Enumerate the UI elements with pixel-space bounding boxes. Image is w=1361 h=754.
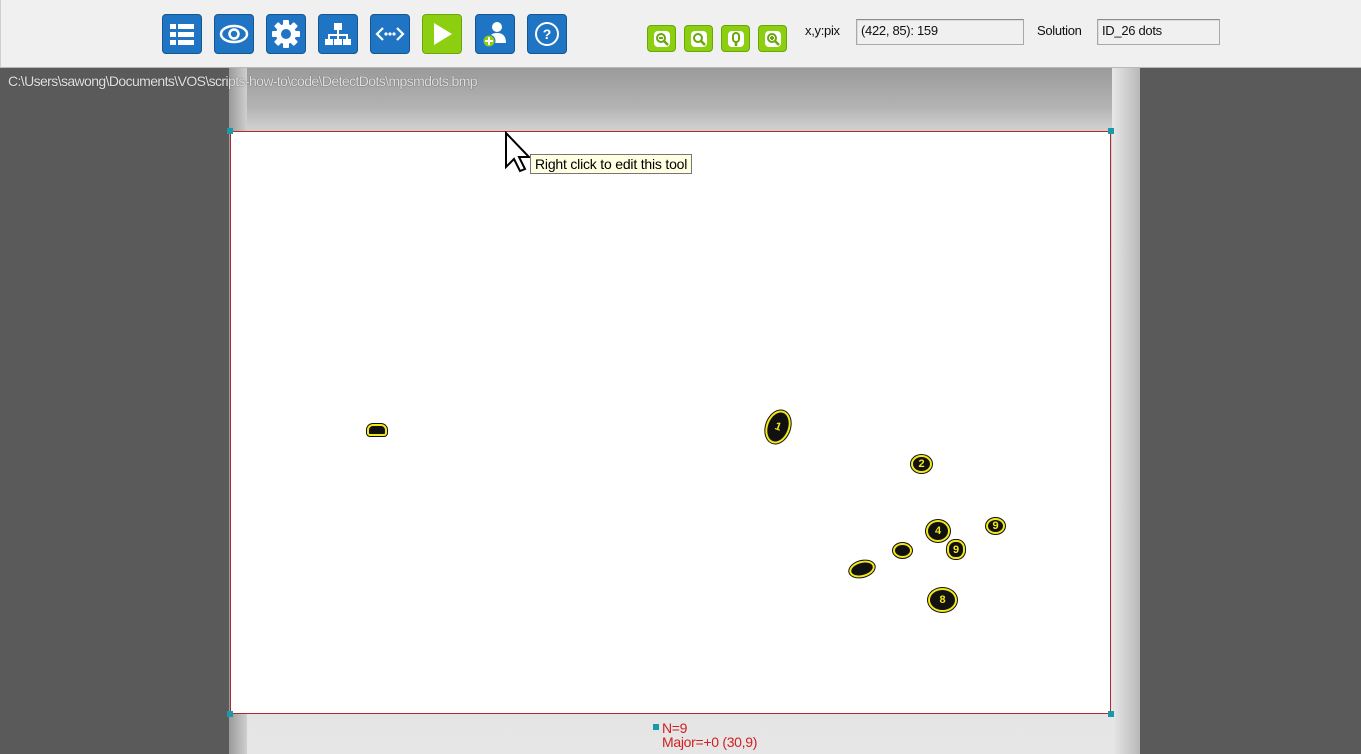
dot-blob bbox=[893, 543, 912, 558]
help-icon: ? bbox=[535, 22, 559, 46]
roi-handle-top-left[interactable] bbox=[227, 128, 233, 134]
list-icon bbox=[170, 24, 194, 45]
zoom-fit-button[interactable] bbox=[684, 25, 713, 52]
dot-blob: 9 bbox=[986, 518, 1005, 534]
image-path: C:\Users\sawong\Documents\VOS\scripts-ho… bbox=[8, 73, 478, 89]
code-icon bbox=[375, 27, 405, 41]
coord-label: x,y:pix bbox=[805, 23, 840, 38]
run-button[interactable] bbox=[422, 14, 462, 54]
solution-field[interactable]: ID_26 dots bbox=[1097, 19, 1220, 45]
dot-blob: 9 bbox=[947, 540, 965, 559]
zoom-in-icon bbox=[764, 30, 781, 47]
toolbar: ? x,y:pix (422, 85): 159 Solution ID_26 … bbox=[0, 0, 1361, 68]
zoom-actual-button[interactable] bbox=[721, 25, 750, 52]
mouse-cursor-icon bbox=[505, 131, 530, 173]
roi-handle-bottom-left[interactable] bbox=[227, 711, 233, 717]
solution-label: Solution bbox=[1037, 23, 1082, 38]
zoom-out-icon bbox=[653, 30, 670, 47]
result-marker bbox=[653, 724, 659, 730]
settings-button[interactable] bbox=[266, 14, 306, 54]
result-line: N=9 bbox=[662, 720, 688, 736]
zoom-actual-icon bbox=[727, 30, 744, 47]
help-button[interactable]: ? bbox=[527, 14, 567, 54]
result-line: Major=+0 (30,9) bbox=[662, 734, 758, 750]
roi-handle-top-right[interactable] bbox=[1108, 128, 1114, 134]
view-button[interactable] bbox=[214, 14, 254, 54]
roi-handle-bottom-right[interactable] bbox=[1108, 711, 1114, 717]
gear-icon bbox=[272, 20, 300, 48]
add-user-button[interactable] bbox=[475, 14, 515, 54]
zoom-out-button[interactable] bbox=[647, 25, 676, 52]
dot-blob: 4 bbox=[926, 520, 950, 542]
result-text: N=9 Major=+0 (30,9) bbox=[662, 721, 757, 749]
roi-tool[interactable] bbox=[230, 131, 1111, 714]
eye-icon bbox=[219, 24, 249, 44]
zoom-in-button[interactable] bbox=[758, 25, 787, 52]
play-icon bbox=[434, 23, 452, 45]
camera-image-right-edge bbox=[1112, 68, 1140, 754]
hierarchy-button[interactable] bbox=[318, 14, 358, 54]
dot-blob: 8 bbox=[928, 588, 957, 612]
code-button[interactable] bbox=[370, 14, 410, 54]
dot-blob: 2 bbox=[911, 455, 932, 473]
coord-field[interactable]: (422, 85): 159 bbox=[856, 19, 1024, 45]
help-glyph: ? bbox=[543, 26, 552, 42]
tooltip: Right click to edit this tool bbox=[530, 154, 693, 174]
sitemap-icon bbox=[325, 23, 351, 45]
dot-blob bbox=[367, 424, 387, 436]
user-add-icon bbox=[482, 22, 506, 48]
list-button[interactable] bbox=[162, 14, 202, 54]
zoom-fit-icon bbox=[690, 30, 707, 47]
